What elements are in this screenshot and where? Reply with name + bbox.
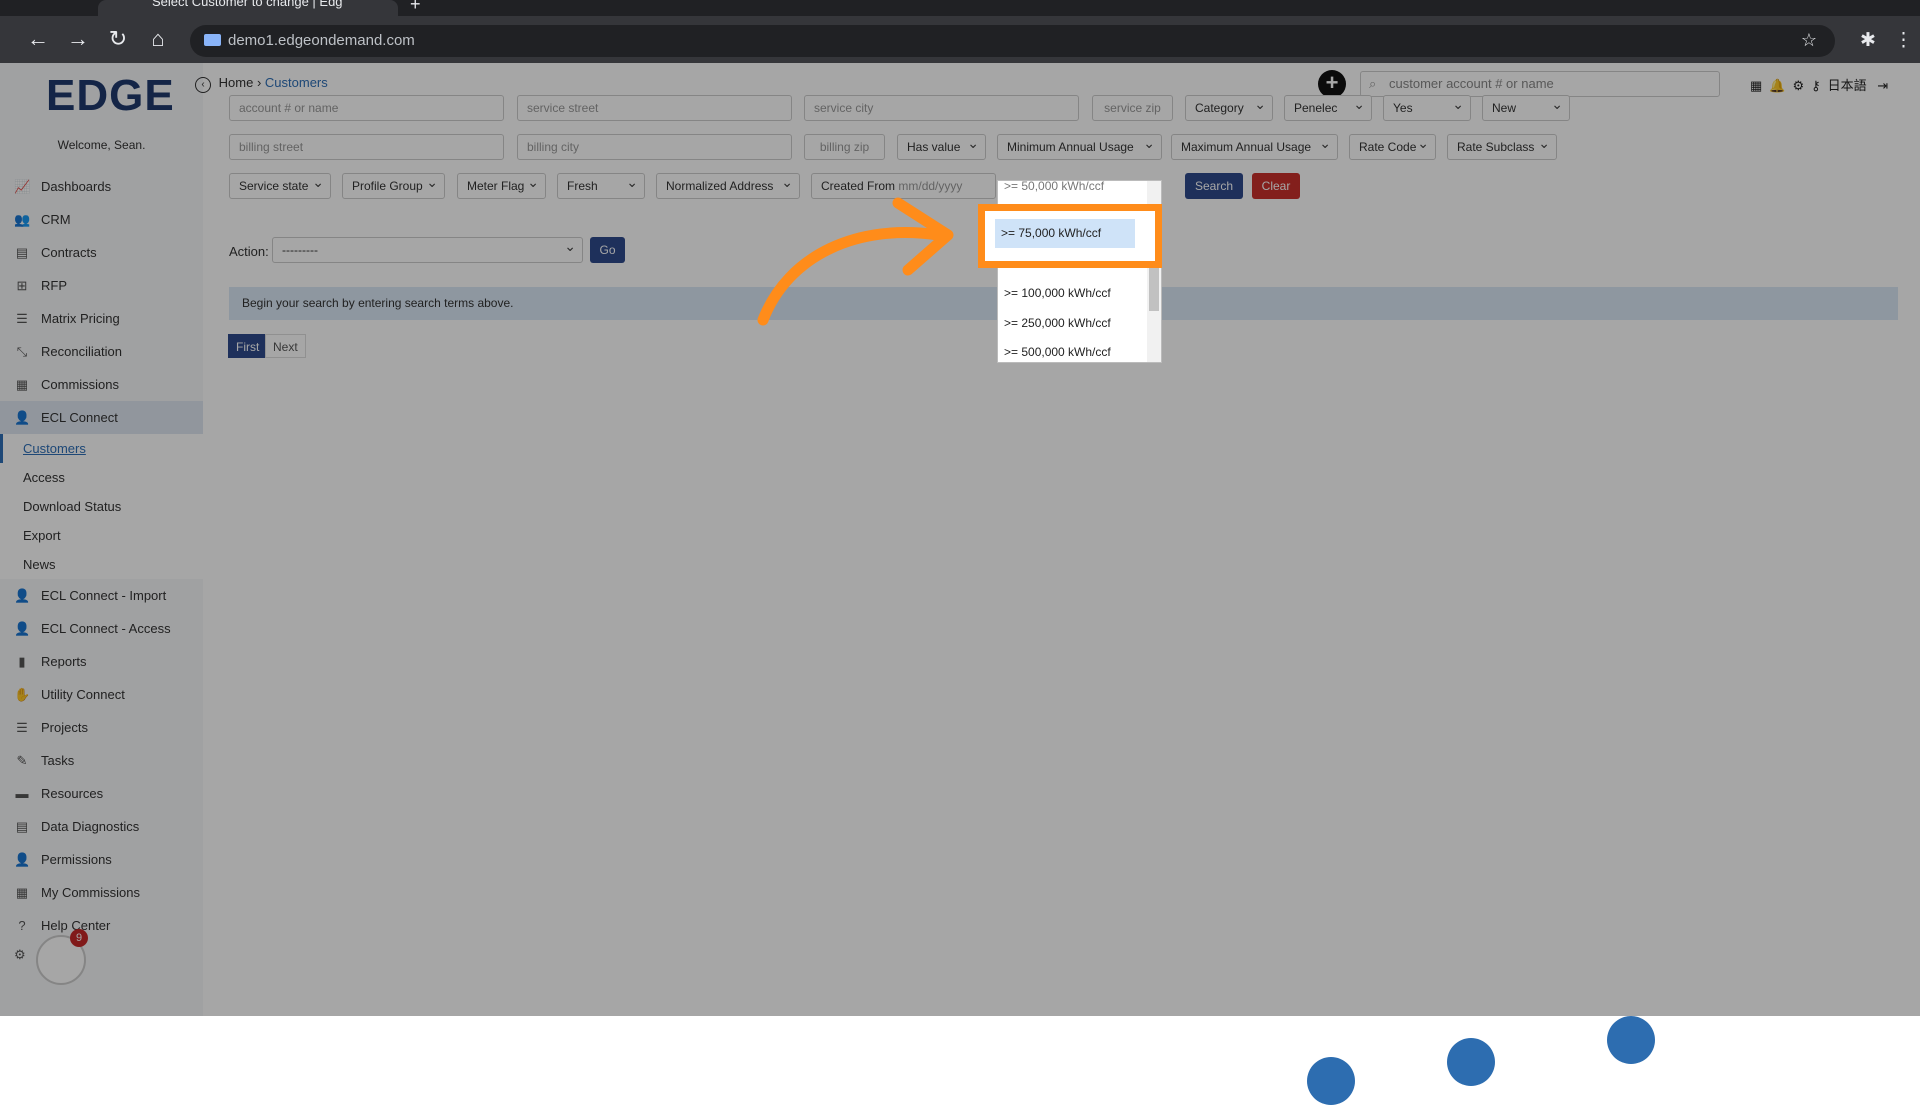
forward-icon[interactable]: → — [66, 28, 90, 50]
highlight-box: >= 75,000 kWh/ccf — [978, 204, 1162, 268]
dropdown-option[interactable]: >= 250,000 kWh/ccf — [998, 309, 1148, 338]
back-icon[interactable]: ← — [26, 28, 50, 50]
reload-icon[interactable]: ↻ — [106, 28, 130, 50]
decorative-dot — [1607, 1016, 1655, 1064]
dropdown-option[interactable]: >= 500,000 kWh/ccf — [998, 338, 1148, 362]
browser-menu-icon[interactable]: ⋮ — [1894, 29, 1913, 52]
extensions-icon[interactable]: ✱ — [1860, 29, 1876, 52]
footer-area — [0, 1016, 1920, 1105]
annotation-arrow-icon — [757, 197, 954, 326]
site-favicon-icon — [204, 34, 221, 46]
url-text: demo1.edgeondemand.com — [228, 32, 415, 49]
browser-tab[interactable]: Select Customer to change | Edg — [98, 0, 398, 16]
dropdown-option-75000[interactable]: >= 75,000 kWh/ccf — [995, 219, 1135, 248]
dropdown-option[interactable]: >= 100,000 kWh/ccf — [998, 279, 1148, 308]
home-icon[interactable]: ⌂ — [146, 28, 170, 50]
decorative-dot — [1447, 1038, 1495, 1086]
address-bar[interactable]: demo1.edgeondemand.com ☆ — [190, 25, 1835, 57]
new-tab-icon[interactable]: + — [410, 0, 421, 15]
bookmark-star-icon[interactable]: ☆ — [1801, 30, 1817, 51]
dropdown-option[interactable]: >= 50,000 kWh/ccf — [998, 181, 1148, 201]
tab-strip: Select Customer to change | Edg + — [0, 0, 1920, 16]
decorative-dot — [1307, 1057, 1355, 1105]
browser-chrome: Select Customer to change | Edg + ← → ↻ … — [0, 0, 1920, 63]
